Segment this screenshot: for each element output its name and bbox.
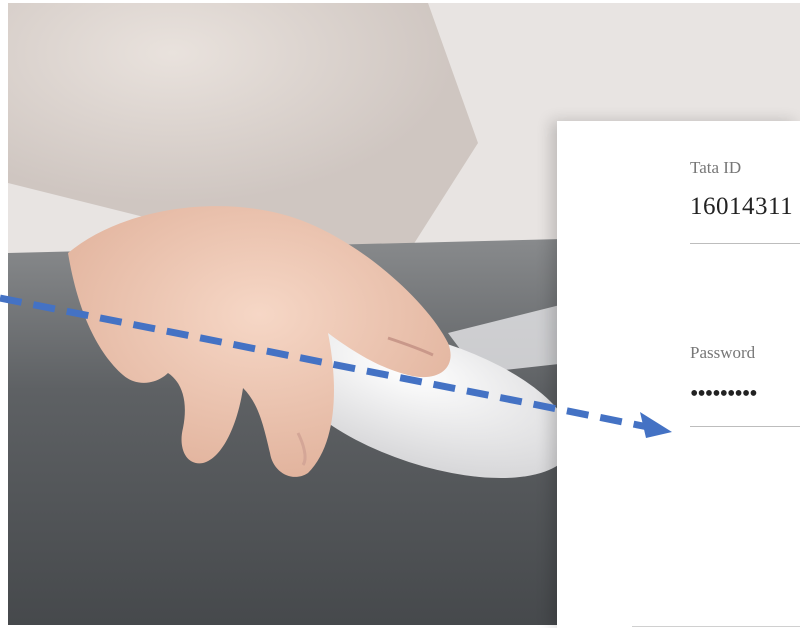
tata-id-underline — [690, 243, 800, 244]
password-label: Password — [690, 343, 756, 362]
tata-id-input[interactable]: 16014311 — [690, 193, 793, 221]
password-underline — [690, 426, 800, 427]
tata-id-label: Tata ID — [690, 158, 742, 177]
login-card: Tata ID 16014311 Password ••••••••• — [557, 121, 800, 628]
card-divider — [632, 626, 800, 627]
password-input[interactable]: ••••••••• — [690, 381, 758, 408]
